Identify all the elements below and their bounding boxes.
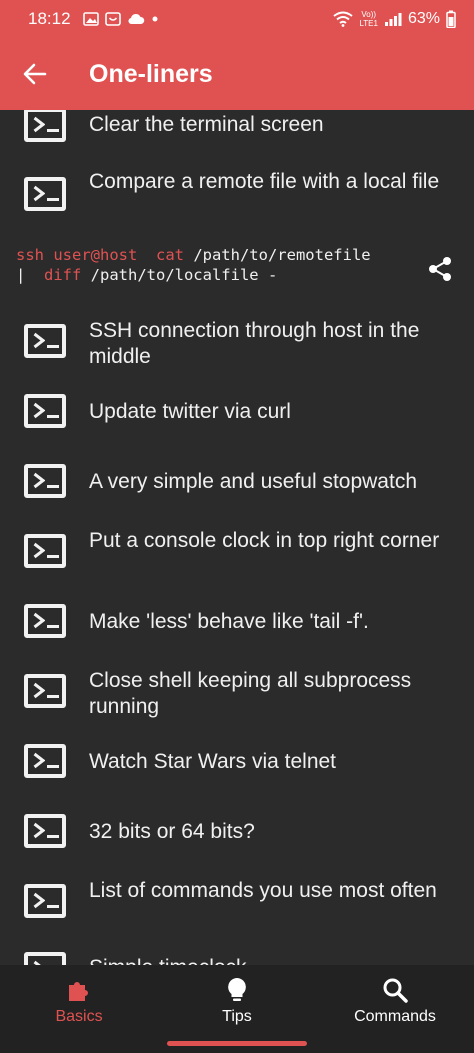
dot-icon bbox=[152, 16, 158, 22]
list-item-label: A very simple and useful stopwatch bbox=[89, 470, 418, 493]
arrow-back-icon bbox=[23, 63, 47, 85]
puzzle-piece-icon bbox=[69, 982, 88, 1001]
terminal-icon bbox=[24, 324, 66, 358]
terminal-icon bbox=[24, 534, 66, 568]
status-bar: 18:12 Vo)) LTE1 63% bbox=[0, 0, 474, 38]
list-item-label: Compare a remote file with a local file bbox=[89, 170, 440, 193]
list-item[interactable]: Clear the terminal screen bbox=[0, 110, 474, 142]
terminal-icon bbox=[24, 604, 66, 638]
back-button[interactable] bbox=[0, 38, 70, 110]
list-item[interactable]: Close shell keeping all subprocess runni… bbox=[0, 665, 474, 725]
share-icon[interactable] bbox=[426, 255, 454, 283]
list-item[interactable]: List of commands you use most often bbox=[0, 875, 474, 935]
network-label: Vo)) LTE1 bbox=[359, 10, 378, 28]
list-item-label: Clear the terminal screen bbox=[89, 113, 324, 136]
code-line2-rest: /path/to/localfile - bbox=[81, 266, 278, 284]
list-item-label: Simple timeclock bbox=[89, 955, 454, 965]
list-item[interactable]: Watch Star Wars via telnet bbox=[0, 740, 474, 785]
nav-commands[interactable]: Commands bbox=[316, 965, 474, 1037]
nav-tips-label: Tips bbox=[222, 1008, 252, 1025]
list-item-label: 32 bits or 64 bits? bbox=[89, 820, 255, 843]
nav-basics-label: Basics bbox=[55, 1008, 103, 1025]
list-item-label: Watch Star Wars via telnet bbox=[89, 750, 337, 773]
terminal-icon bbox=[24, 814, 66, 848]
status-right: Vo)) LTE1 63% bbox=[333, 10, 456, 28]
one-liners-list[interactable]: Clear the terminal screen Compare a remo… bbox=[0, 110, 474, 965]
list-item[interactable]: Make 'less' behave like 'tail -f'. bbox=[0, 600, 474, 645]
list-item-label: List of commands you use most often bbox=[89, 879, 437, 902]
code-line2-pipe: | bbox=[16, 266, 44, 284]
signal-icon bbox=[384, 13, 402, 26]
cloud-icon bbox=[128, 13, 144, 25]
list-item[interactable]: Put a console clock in top right corner bbox=[0, 525, 474, 585]
list-item-label: SSH connection through host in the middl… bbox=[89, 319, 420, 368]
terminal-icon bbox=[24, 110, 66, 142]
notification-icons bbox=[82, 12, 159, 26]
list-item-label: Put a console clock in top right corner bbox=[89, 529, 440, 552]
nav-basics[interactable]: Basics bbox=[0, 965, 158, 1037]
list-item[interactable]: SSH connection through host in the middl… bbox=[0, 315, 474, 375]
code-line1-plain: ssh user@host bbox=[16, 246, 156, 264]
battery-icon bbox=[446, 10, 456, 28]
code-line1-rest: /path/to/remotefile bbox=[183, 246, 371, 264]
code-text: ssh user@host cat /path/to/remotefile | … bbox=[16, 245, 371, 285]
list-item[interactable]: Compare a remote file with a local file bbox=[0, 165, 474, 235]
status-time: 18:12 bbox=[28, 9, 71, 28]
list-item-label: Make 'less' behave like 'tail -f'. bbox=[89, 610, 369, 633]
list-item[interactable]: Update twitter via curl bbox=[0, 390, 474, 435]
smile-message-icon bbox=[104, 12, 121, 26]
status-left: 18:12 bbox=[28, 9, 159, 29]
code-block: ssh user@host cat /path/to/remotefile | … bbox=[0, 245, 474, 297]
bottom-nav: Basics Tips Commands bbox=[0, 965, 474, 1037]
list-item-label: Close shell keeping all subprocess runni… bbox=[89, 669, 412, 718]
gesture-bar bbox=[0, 1037, 474, 1053]
terminal-icon bbox=[24, 394, 66, 428]
terminal-icon bbox=[24, 952, 66, 965]
search-icon bbox=[383, 978, 408, 1003]
network-label-bottom: LTE1 bbox=[359, 19, 378, 28]
lightbulb-icon bbox=[228, 978, 246, 1001]
terminal-icon bbox=[24, 884, 66, 918]
terminal-icon bbox=[24, 464, 66, 498]
nav-commands-label: Commands bbox=[354, 1008, 436, 1025]
list-item[interactable]: A very simple and useful stopwatch bbox=[0, 460, 474, 505]
list-item[interactable]: Simple timeclock bbox=[0, 950, 474, 965]
page-title: One-liners bbox=[89, 59, 213, 88]
code-line1-kw: cat bbox=[155, 246, 184, 264]
gallery-icon bbox=[82, 12, 99, 26]
network-label-top: Vo)) bbox=[361, 10, 377, 19]
wifi-icon bbox=[333, 11, 354, 27]
list-item[interactable]: 32 bits or 64 bits? bbox=[0, 810, 474, 855]
gesture-handle[interactable] bbox=[167, 1041, 307, 1046]
battery-percent: 63% bbox=[407, 10, 440, 27]
nav-tips[interactable]: Tips bbox=[158, 965, 316, 1037]
list-item-label: Update twitter via curl bbox=[89, 400, 291, 423]
terminal-icon bbox=[24, 744, 66, 778]
code-line2-kw: diff bbox=[44, 266, 82, 284]
app-bar: One-liners bbox=[0, 38, 474, 110]
terminal-icon bbox=[24, 674, 66, 708]
terminal-icon bbox=[24, 177, 66, 211]
